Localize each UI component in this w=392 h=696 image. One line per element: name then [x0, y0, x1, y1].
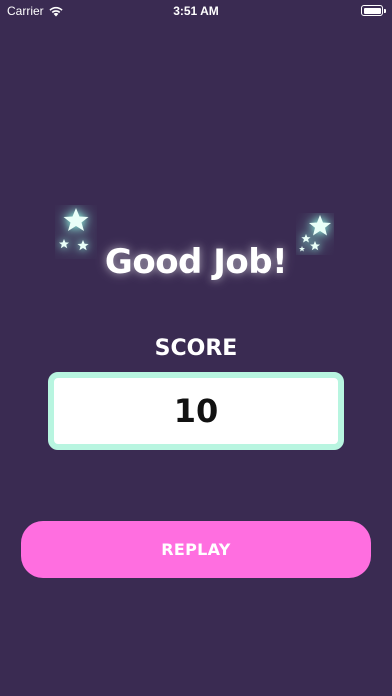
good-job-title: Good Job! — [104, 242, 288, 282]
replay-button[interactable]: REPLAY — [21, 521, 371, 578]
status-time: 3:51 AM — [173, 4, 219, 18]
score-box: 10 — [48, 372, 344, 450]
status-bar: Carrier 3:51 AM — [0, 0, 392, 22]
battery-icon — [361, 5, 386, 16]
score-label: SCORE — [154, 336, 238, 361]
replay-button-label: REPLAY — [161, 540, 231, 559]
score-value: 10 — [173, 392, 219, 430]
